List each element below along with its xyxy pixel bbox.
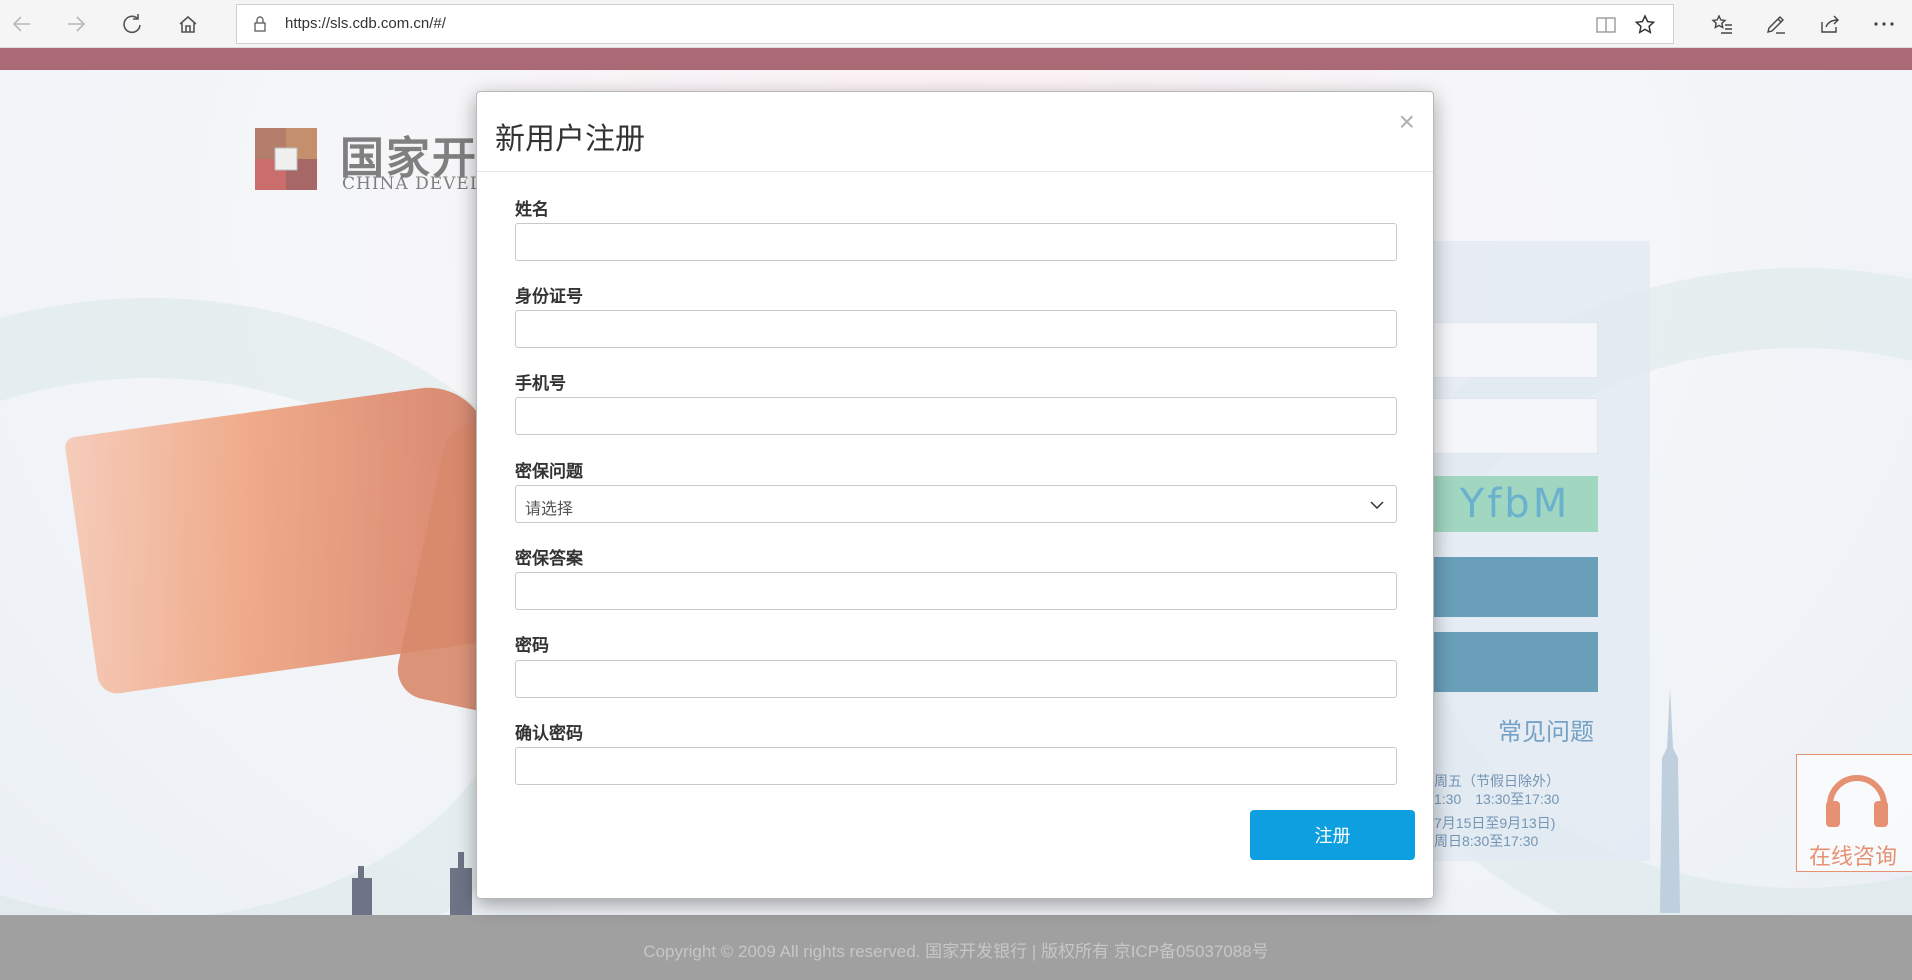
refresh-button[interactable]: [114, 6, 150, 42]
address-bar[interactable]: https://sls.cdb.com.cn/#/: [236, 4, 1674, 44]
phone-label: 手机号: [515, 374, 566, 393]
more-dots-icon: [1874, 22, 1894, 26]
security-answer-label: 密保答案: [515, 549, 583, 568]
register-modal: 新用户注册 × 姓名 身份证号 手机号 密保问题 请选择 密保答案 密码 确认密…: [476, 91, 1434, 899]
security-question-selected: 请选择: [525, 501, 574, 518]
forward-button[interactable]: [58, 6, 94, 42]
confirm-password-label: 确认密码: [515, 724, 583, 743]
name-label: 姓名: [515, 200, 549, 219]
modal-header: 新用户注册 ×: [477, 92, 1433, 172]
modal-title: 新用户注册: [495, 123, 645, 156]
favorites-list-icon: [1711, 14, 1732, 34]
favorite-star-icon[interactable]: [1633, 13, 1657, 37]
id-number-label: 身份证号: [515, 287, 583, 306]
security-answer-input[interactable]: [515, 572, 1397, 610]
chevron-down-icon: [1370, 501, 1384, 510]
phone-input[interactable]: [515, 397, 1397, 435]
back-button[interactable]: [4, 6, 40, 42]
share-button[interactable]: [1814, 8, 1846, 40]
pen-icon: [1767, 16, 1785, 34]
more-menu-button[interactable]: [1868, 8, 1900, 40]
home-icon: [179, 15, 197, 33]
register-submit-button[interactable]: 注册: [1250, 810, 1415, 860]
name-input[interactable]: [515, 223, 1397, 261]
security-question-select[interactable]: 请选择: [515, 485, 1397, 523]
password-input[interactable]: [515, 660, 1397, 698]
share-icon: [1821, 15, 1839, 33]
id-number-input[interactable]: [515, 310, 1397, 348]
url-text[interactable]: https://sls.cdb.com.cn/#/: [285, 15, 446, 32]
close-button[interactable]: ×: [1399, 106, 1415, 138]
arrow-right-icon: [68, 16, 86, 32]
confirm-password-input[interactable]: [515, 747, 1397, 785]
password-label: 密码: [515, 636, 549, 655]
reading-view-icon[interactable]: [1595, 15, 1617, 35]
lock-icon: [254, 16, 266, 32]
pen-button[interactable]: [1760, 8, 1792, 40]
security-question-label: 密保问题: [515, 462, 583, 481]
arrow-left-icon: [12, 16, 30, 32]
home-button[interactable]: [170, 6, 206, 42]
browser-toolbar: https://sls.cdb.com.cn/#/: [0, 0, 1912, 48]
favorites-button[interactable]: [1706, 8, 1738, 40]
refresh-icon: [123, 14, 141, 34]
